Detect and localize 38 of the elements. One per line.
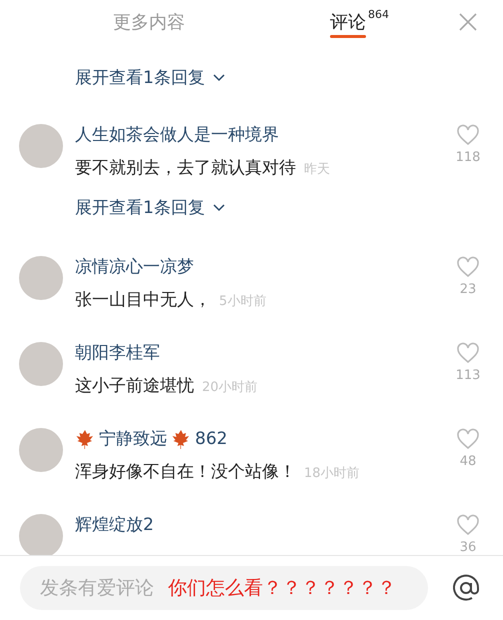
comment-time: 昨天 [304,161,330,179]
username[interactable]: 宁静致远 [99,426,167,452]
like-count: 36 [460,540,476,555]
like-count: 113 [456,368,480,383]
heart-icon[interactable] [456,124,480,146]
comment-text: 浑身好像不自在！没个站像！ [75,461,296,484]
avatar-photo-placeholder [19,342,63,386]
maple-leaf-icon [75,429,95,449]
expand-replies-link[interactable]: 展开查看1条回复 [75,64,225,92]
maple-leaf-icon [171,429,191,449]
username[interactable]: 朝阳李桂军 [75,340,160,366]
heart-icon[interactable] [456,514,480,536]
avatar-photo-placeholder [19,514,63,555]
comment-time: 18小时前 [304,465,360,483]
comment-time: 5小时前 [219,293,266,311]
close-icon[interactable] [459,13,477,31]
username[interactable]: 862 [195,426,228,452]
chevron-down-icon [212,204,225,212]
annotation-text: 你们怎么看？？？？？？？ [168,576,396,601]
username[interactable]: 人生如茶会做人是一种境界 [75,122,279,148]
comment-time: 20小时前 [202,379,258,397]
heart-icon[interactable] [456,256,480,278]
username[interactable]: 凉情凉心一凉梦 [75,254,194,280]
expand-replies-link[interactable]: 展开查看1条回复 [75,194,225,222]
like-count: 118 [456,150,480,165]
mention-icon[interactable] [451,573,481,603]
chevron-down-icon [212,74,225,82]
avatar-photo-placeholder [19,256,63,300]
like-count: 48 [460,454,476,469]
avatar-photo-placeholder [19,428,63,472]
heart-icon[interactable] [456,342,480,364]
username[interactable]: 辉煌绽放2 [75,512,154,538]
comment-text: 要不就别去，去了就认真对待 [75,157,296,180]
like-count: 23 [460,282,476,297]
heart-icon[interactable] [456,428,480,450]
avatar-photo-placeholder [19,124,63,168]
comment-text: 这小子前途堪忧 [75,375,194,398]
comment-text: 张一山目中无人， [75,289,211,312]
